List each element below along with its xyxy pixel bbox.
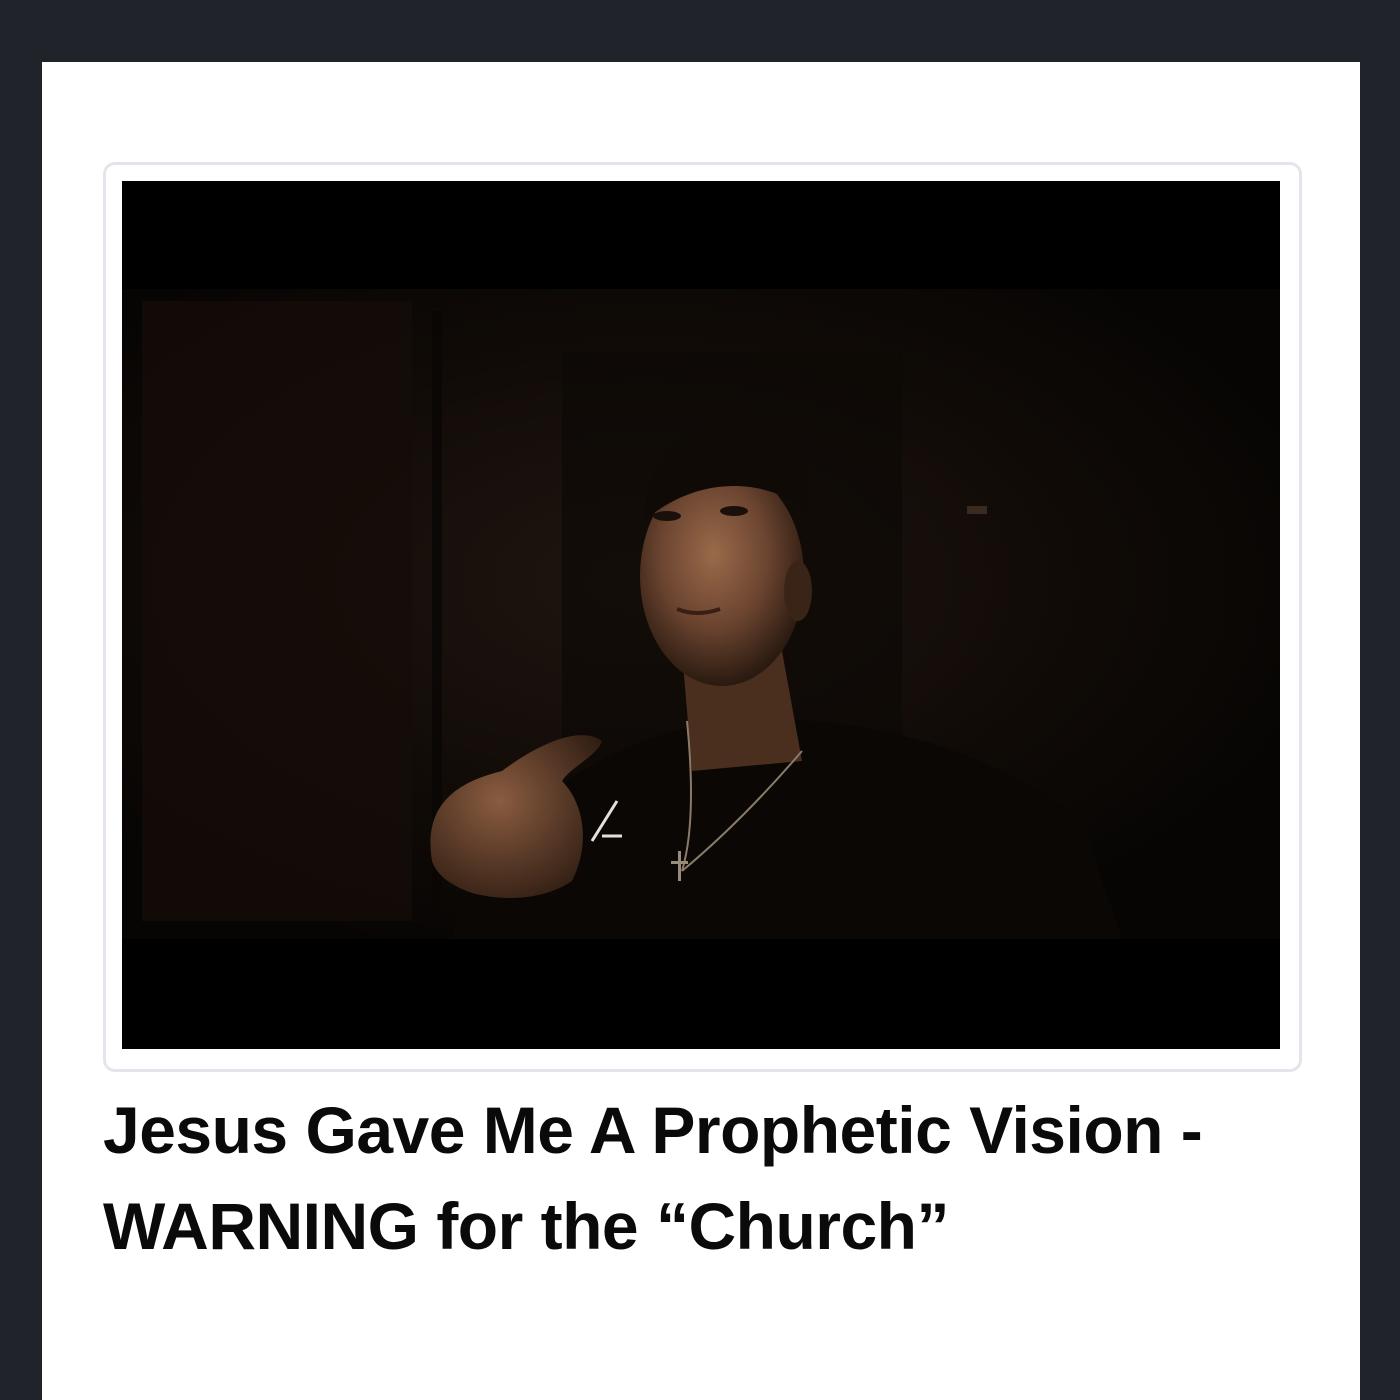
video-card[interactable] xyxy=(103,162,1302,1072)
content-page: Jesus Gave Me A Prophetic Vision - WARNI… xyxy=(42,62,1360,1400)
video-thumbnail[interactable] xyxy=(122,181,1280,1049)
thumbnail-image xyxy=(122,181,1280,1049)
video-title[interactable]: Jesus Gave Me A Prophetic Vision - WARNI… xyxy=(103,1082,1253,1274)
